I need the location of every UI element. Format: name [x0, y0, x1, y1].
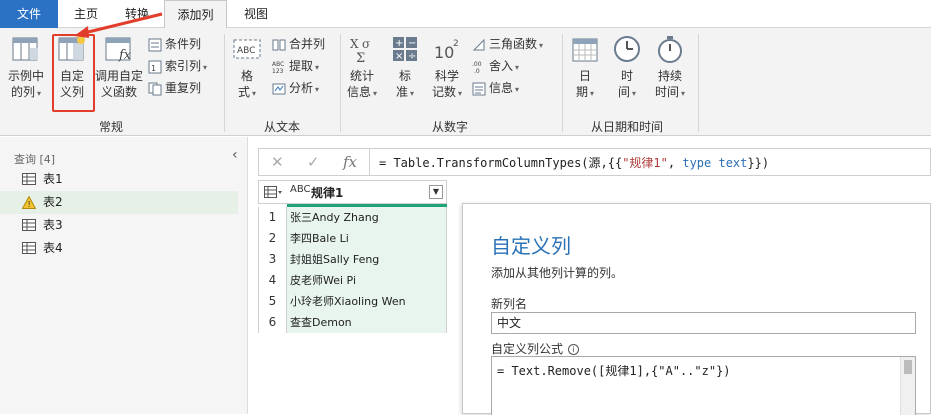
query-item[interactable]: 表3: [0, 214, 238, 237]
parse-icon: [272, 83, 286, 94]
ribbon-separator: [698, 34, 699, 132]
triangle-icon: [472, 38, 485, 50]
dialog-subtitle: 添加从其他列计算的列。: [491, 266, 624, 280]
stopwatch-icon: [658, 36, 682, 63]
standard-icon: + −× ÷: [393, 37, 417, 62]
calendar-icon: [572, 38, 598, 62]
svg-text:.00: .00: [472, 61, 482, 68]
duplicate-column-icon: [148, 82, 162, 95]
new-column-name-input[interactable]: 中文: [491, 312, 916, 334]
svg-text:÷: ÷: [408, 51, 416, 62]
formula-text[interactable]: = Table.TransformColumnTypes(源,{{"规律1", …: [379, 154, 769, 171]
warning-icon: !: [22, 196, 36, 209]
annotation-arrow: [74, 12, 163, 38]
extract-button[interactable]: ABC 123 提取 ▾: [272, 56, 319, 76]
statistics-icon: XσΣ: [350, 37, 370, 64]
tab-view[interactable]: 视图: [236, 0, 276, 28]
formula-label-row: 自定义列公式 i: [491, 340, 580, 357]
queries-title: 查询 [4]: [14, 153, 56, 166]
ribbon-separator: [340, 34, 341, 132]
column-type-icon[interactable]: ABC: [290, 184, 311, 195]
standard-button[interactable]: + − × ÷ 标 准 ▾: [388, 34, 422, 102]
format-button[interactable]: ABC 格 式 ▾: [230, 34, 264, 102]
clock-icon: [614, 36, 640, 62]
svg-text:Σ: Σ: [356, 51, 365, 64]
formula-bar: ✕ ✓ fx = Table.TransformColumnTypes(源,{{…: [258, 148, 931, 176]
table-row[interactable]: 2 李四Bale Li: [258, 228, 447, 249]
merge-columns-button[interactable]: 合并列: [272, 34, 325, 54]
table-icon: [22, 242, 36, 254]
svg-text:−: −: [408, 38, 416, 49]
custom-column-dialog: 自定义列 添加从其他列计算的列。 新列名 中文 自定义列公式 i = Text.R…: [462, 203, 931, 415]
table-row[interactable]: 6 查查Demon: [258, 312, 447, 333]
ribbon-separator: [224, 34, 225, 132]
group-label-from-number: 从数字: [431, 120, 468, 134]
formula-scrollbar[interactable]: [900, 357, 915, 415]
collapse-pane-icon[interactable]: ‹: [232, 147, 238, 163]
group-label-from-text: 从文本: [263, 120, 300, 134]
cancel-formula-icon[interactable]: ✕: [271, 153, 284, 171]
information-icon: [472, 82, 486, 95]
svg-text:1: 1: [151, 64, 156, 73]
table-row[interactable]: 5 小玲老师Xiaoling Wen: [258, 291, 447, 312]
parse-button[interactable]: 分析 ▾: [272, 78, 319, 98]
column-filter-dropdown-icon[interactable]: ▼: [429, 185, 443, 199]
new-column-name-label: 新列名: [491, 297, 528, 311]
custom-column-formula-input[interactable]: = Text.Remove([规律1],{"A".."z"}): [491, 356, 916, 415]
formula-separator: [369, 149, 370, 175]
svg-text:ABC: ABC: [237, 46, 255, 56]
svg-text:ABC: ABC: [272, 61, 284, 68]
svg-text:+: +: [395, 38, 403, 49]
query-item[interactable]: 表4: [0, 237, 238, 260]
group-label-from-datetime: 从日期和时间: [590, 120, 663, 134]
trigonometry-button[interactable]: 三角函数 ▾: [472, 34, 543, 54]
column-header[interactable]: ABC 规律1 ▼: [258, 180, 447, 204]
information-button[interactable]: 信息 ▾: [472, 78, 519, 98]
svg-text:.0: .0: [474, 68, 480, 74]
group-label-general: 常规: [98, 120, 123, 134]
scientific-button[interactable]: 10 2 科学 记数 ▾: [428, 34, 466, 102]
index-column-icon: 1: [148, 60, 162, 73]
info-icon[interactable]: i: [568, 344, 580, 355]
svg-text:10: 10: [434, 43, 454, 62]
rounding-button[interactable]: .00.0 舍入 ▾: [472, 56, 519, 76]
scientific-icon: 102: [434, 39, 459, 62]
statistics-button[interactable]: XσΣ 统计 信息 ▾: [344, 34, 380, 102]
svg-text:123: 123: [272, 68, 284, 74]
date-button[interactable]: 日 期 ▾: [568, 34, 602, 102]
rounding-icon: .00.0: [472, 61, 482, 74]
table-row[interactable]: 1 张三Andy Zhang: [258, 207, 447, 228]
table-icon: [22, 173, 36, 185]
queries-pane: 查询 [4] ‹ 表1 ! 表2 表3 表4: [0, 137, 248, 414]
format-icon: ABC: [233, 39, 261, 59]
svg-text:X: X: [350, 37, 359, 51]
duplicate-column-button[interactable]: 重复列: [148, 78, 201, 98]
svg-text:2: 2: [453, 39, 459, 49]
svg-text:×: ×: [395, 51, 403, 62]
table-row[interactable]: 4 皮老师Wei Pi: [258, 270, 447, 291]
svg-text:σ: σ: [362, 37, 370, 51]
merge-columns-icon: [272, 39, 286, 50]
query-item[interactable]: ! 表2: [0, 191, 238, 214]
column-header-label: 规律1: [311, 186, 344, 200]
confirm-formula-icon[interactable]: ✓: [307, 153, 320, 171]
duration-button[interactable]: 持续 时间 ▾: [648, 34, 692, 102]
table-menu-icon[interactable]: [264, 186, 282, 199]
insert-function-icon[interactable]: fx: [343, 153, 357, 171]
time-button[interactable]: 时 间 ▾: [610, 34, 644, 102]
table-icon: [22, 219, 36, 231]
svg-text:!: !: [28, 200, 31, 209]
extract-icon: ABC123: [272, 61, 284, 74]
ribbon-separator: [562, 34, 563, 132]
scrollbar-thumb[interactable]: [904, 360, 912, 374]
table-row[interactable]: 3 封姐姐Sally Feng: [258, 249, 447, 270]
query-item[interactable]: 表1: [0, 168, 238, 191]
dialog-title: 自定义列: [491, 234, 571, 258]
